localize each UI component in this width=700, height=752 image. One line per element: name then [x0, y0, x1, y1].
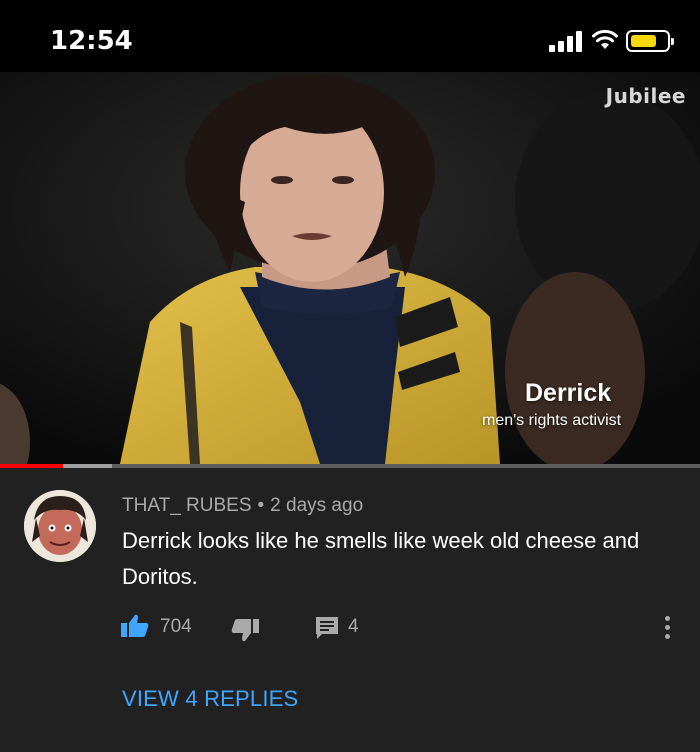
thumbs-up-icon[interactable]	[120, 614, 150, 638]
avatar[interactable]	[24, 490, 96, 562]
reply-icon[interactable]	[314, 615, 340, 641]
status-bar: 12:54	[0, 0, 700, 72]
comment-author[interactable]: THAT_ RUBES	[122, 495, 252, 516]
comment-text: Derrick looks like he smells like week o…	[122, 528, 640, 589]
battery-level	[631, 35, 657, 47]
jubilee-logo: Jubilee	[605, 84, 686, 108]
thumbs-down-icon[interactable]	[230, 618, 260, 642]
more-vertical-icon[interactable]	[658, 613, 678, 643]
status-time: 12:54	[50, 26, 133, 56]
lower-third-name: Derrick	[525, 379, 612, 407]
reply-count: 4	[348, 616, 359, 637]
meta-separator: •	[257, 495, 265, 516]
like-count: 704	[160, 616, 192, 637]
comment-age: 2 days ago	[270, 495, 364, 516]
battery-icon	[626, 30, 674, 52]
lower-third-role: men's rights activist	[482, 412, 622, 429]
signal-icon	[549, 30, 583, 52]
wifi-icon	[592, 29, 618, 49]
avatar-image	[24, 490, 96, 562]
comment-thread: THAT_ RUBES • 2 days ago Derrick looks lik…	[0, 468, 700, 752]
comment-meta: THAT_ RUBES • 2 days ago	[122, 495, 363, 517]
video-player[interactable]: Jubilee Derrick men's rights activist	[0, 72, 700, 464]
view-replies-button[interactable]: VIEW 4 REPLIES	[122, 686, 298, 712]
